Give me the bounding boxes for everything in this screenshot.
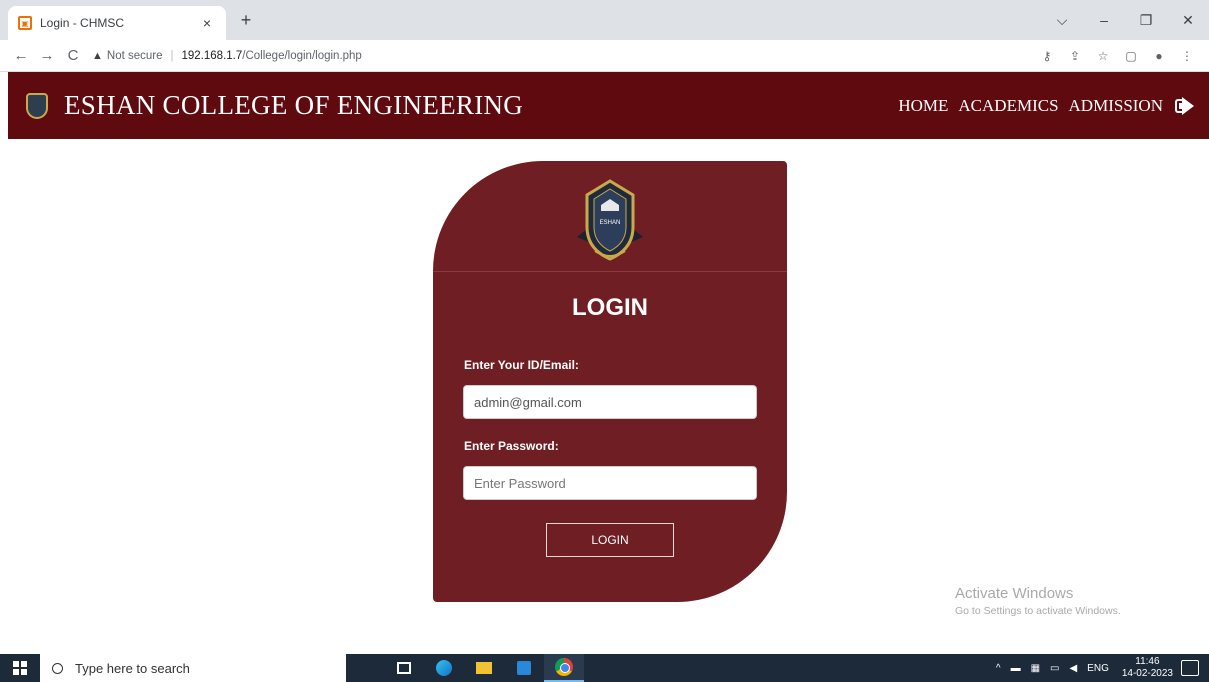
menu-icon[interactable]: ⋮ (1173, 49, 1201, 63)
star-icon[interactable]: ☆ (1089, 49, 1117, 63)
profile-icon[interactable]: ● (1145, 49, 1173, 63)
chrome-button[interactable] (544, 654, 584, 682)
window-controls: ⌵ – ❐ ✕ (1041, 0, 1209, 40)
password-input[interactable] (463, 466, 757, 500)
forward-button[interactable]: → (34, 47, 60, 64)
nav-admission-link[interactable]: ADMISSION (1069, 96, 1163, 116)
volume-icon[interactable]: ◀ (1069, 663, 1077, 674)
activate-windows-watermark: Activate Windows Go to Settings to activ… (955, 585, 1121, 617)
divider: | (170, 49, 174, 62)
login-title: LOGIN (572, 294, 648, 321)
url-path: /College/login/login.php (242, 49, 362, 62)
search-icon (52, 662, 63, 674)
network-icon[interactable]: ▦ (1031, 663, 1040, 674)
system-tray: ^ ▬ ▦ ▭ ◀ ENG 11:46 14-02-2023 (991, 656, 1209, 680)
browser-tab-strip: ▣ Login - CHMSC × + ⌵ – ❐ ✕ (0, 0, 1209, 40)
notification-icon[interactable] (1181, 660, 1199, 676)
id-email-input[interactable] (463, 385, 757, 419)
reload-button[interactable]: C (60, 47, 86, 64)
watermark-line2: Go to Settings to activate Windows. (955, 605, 1121, 617)
chrome-icon (555, 658, 573, 676)
tab-search-icon[interactable]: ⌵ (1041, 12, 1083, 29)
start-button[interactable] (0, 654, 40, 682)
url-host: 192.168.1.7 (181, 49, 243, 62)
windows-taskbar: Type here to search ^ ▬ ▦ ▭ ◀ ENG 11:46 … (0, 654, 1209, 682)
search-placeholder: Type here to search (75, 660, 190, 676)
store-icon (517, 661, 531, 675)
address-bar: ← → C ▲ Not secure | 192.168.1.7/College… (0, 40, 1209, 72)
main-nav: HOME ACADEMICS ADMISSION (888, 96, 1195, 116)
tray-overflow-icon[interactable]: ^ (996, 663, 1001, 674)
browser-tab[interactable]: ▣ Login - CHMSC × (8, 6, 226, 40)
folder-icon (476, 662, 492, 674)
login-button[interactable]: LOGIN (546, 523, 674, 557)
taskbar-search-input[interactable]: Type here to search (40, 654, 346, 682)
tab-title: Login - CHMSC (40, 16, 125, 30)
restore-button[interactable]: ❐ (1125, 12, 1167, 29)
windows-logo-icon (13, 661, 27, 675)
brand-title[interactable]: ESHAN COLLEGE OF ENGINEERING (64, 90, 523, 121)
security-label[interactable]: Not secure (107, 50, 163, 62)
language-indicator[interactable]: ENG (1087, 663, 1109, 674)
share-icon[interactable]: ⇪ (1061, 49, 1089, 63)
close-window-button[interactable]: ✕ (1167, 12, 1209, 29)
password-label: Enter Password: (464, 439, 559, 453)
warning-icon[interactable]: ▲ (92, 50, 103, 62)
clock[interactable]: 11:46 14-02-2023 (1122, 656, 1173, 680)
new-tab-button[interactable]: + (236, 10, 256, 31)
display-icon[interactable]: ▭ (1050, 663, 1059, 674)
watermark-line1: Activate Windows (955, 585, 1074, 602)
site-favicon-icon: ▣ (18, 16, 32, 30)
toolbar-right: ⚷ ⇪ ☆ ▢ ● ⋮ (1033, 49, 1201, 63)
edge-button[interactable] (424, 654, 464, 682)
store-button[interactable] (504, 654, 544, 682)
clock-time: 11:46 (1135, 656, 1160, 667)
back-button[interactable]: ← (8, 47, 34, 64)
task-view-button[interactable] (384, 654, 424, 682)
nav-academics-link[interactable]: ACADEMICS (958, 96, 1058, 116)
sidepanel-icon[interactable]: ▢ (1117, 49, 1145, 63)
id-email-label: Enter Your ID/Email: (464, 358, 579, 372)
url-input[interactable]: ▲ Not secure | 192.168.1.7/College/login… (92, 44, 1033, 68)
tab-close-icon[interactable]: × (198, 15, 216, 31)
crest-text: ESHAN (600, 220, 621, 226)
nav-home-link[interactable]: HOME (898, 96, 948, 116)
file-explorer-button[interactable] (464, 654, 504, 682)
edge-icon (436, 660, 452, 676)
login-card: ESHAN LOGIN Enter Your ID/Email: Enter P… (433, 161, 787, 602)
card-divider (433, 271, 787, 272)
sign-out-icon[interactable] (1175, 96, 1195, 115)
url-text[interactable]: 192.168.1.7/College/login/login.php (182, 50, 362, 62)
key-icon[interactable]: ⚷ (1033, 49, 1061, 63)
battery-icon[interactable]: ▬ (1011, 663, 1021, 674)
taskbar-apps (384, 654, 584, 682)
minimize-button[interactable]: – (1083, 12, 1125, 28)
college-logo-icon[interactable] (26, 92, 48, 119)
site-header: ESHAN COLLEGE OF ENGINEERING HOME ACADEM… (8, 72, 1209, 139)
college-crest-icon: ESHAN (577, 179, 643, 261)
clock-date: 14-02-2023 (1121, 668, 1173, 679)
task-view-icon (397, 662, 411, 674)
